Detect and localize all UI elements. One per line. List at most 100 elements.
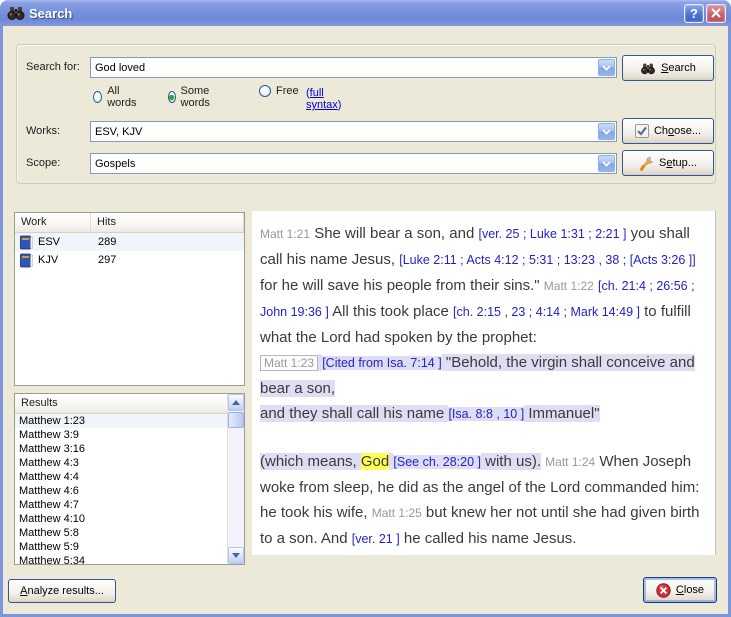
- verse-text: All this took place: [329, 303, 453, 320]
- help-button[interactable]: ?: [684, 4, 704, 23]
- scope-label: Scope:: [26, 157, 60, 169]
- scope-combobox-value: Gospels: [91, 154, 597, 173]
- close-icon: [711, 8, 721, 18]
- verse-text-panel: Matt 1:21 She will bear a son, and [ver.…: [252, 211, 716, 555]
- table-row[interactable]: ESV 289: [15, 233, 244, 251]
- arrow-up-icon: [232, 400, 240, 405]
- result-item[interactable]: Matthew 5:34: [15, 554, 227, 564]
- works-combobox[interactable]: ESV, KJV: [90, 121, 617, 142]
- search-dialog-window: Search ? Search for: God loved: [0, 0, 731, 617]
- results-scrollbar[interactable]: [227, 394, 244, 564]
- result-item[interactable]: Matthew 4:6: [15, 484, 227, 498]
- verse-marker: Matt 1:25: [372, 506, 422, 520]
- search-hit-term: God: [361, 453, 389, 470]
- cross-reference[interactable]: [Isa. 8:8 , 10 ]: [448, 407, 524, 421]
- verse-marker: Matt 1:24: [545, 455, 595, 469]
- verse-paragraph: Matt 1:23 [Cited from Isa. 7:14 ] "Behol…: [260, 350, 707, 427]
- table-row[interactable]: KJV297: [15, 251, 244, 269]
- verse-marker-boxed: Matt 1:23: [260, 355, 318, 371]
- result-item[interactable]: Matthew 4:7: [15, 498, 227, 512]
- question-icon: ?: [690, 6, 698, 21]
- works-hits-table-body: ESV 289 KJV297: [15, 233, 244, 269]
- verse-text: he called his name Jesus.: [400, 530, 577, 547]
- close-button-label: Close: [676, 584, 704, 596]
- search-for-label: Search for:: [26, 61, 80, 73]
- search-button-label: Search: [661, 62, 696, 74]
- verse-paragraph: Matt 1:21 She will bear a son, and [ver.…: [260, 221, 707, 350]
- cross-reference[interactable]: [ver. 25 ; Luke 1:31 ; 2:21 ]: [478, 227, 626, 241]
- setup-button-label: Setup...: [659, 157, 697, 169]
- result-item[interactable]: Matthew 4:4: [15, 470, 227, 484]
- arrow-down-icon: [232, 553, 240, 558]
- works-dropdown-button[interactable]: [598, 123, 615, 140]
- binoculars-icon: [640, 62, 656, 75]
- cross-reference[interactable]: [See ch. 28:20 ]: [393, 455, 481, 469]
- full-syntax-link[interactable]: (full syntax): [306, 87, 341, 111]
- search-input-value: God loved: [91, 58, 597, 77]
- analyze-results-button[interactable]: Analyze results...: [8, 579, 116, 603]
- verse-marker: Matt 1:21: [260, 227, 310, 241]
- radio-all-words-label: All words: [107, 85, 139, 109]
- result-item[interactable]: Matthew 4:3: [15, 456, 227, 470]
- book-icon: [19, 253, 34, 268]
- verse-text: for he will save his people from their s…: [260, 277, 544, 294]
- binoculars-icon: [7, 5, 25, 21]
- verse-text: She will bear a son, and: [310, 225, 478, 242]
- cross-reference[interactable]: [ver. 21 ]: [352, 532, 400, 546]
- verse-marker: Matt 1:22: [544, 279, 594, 293]
- window-title: Search: [29, 6, 682, 21]
- works-table-header: Work Hits: [15, 213, 244, 233]
- close-button[interactable]: Close: [643, 577, 717, 603]
- check-icon: [635, 124, 649, 138]
- result-item[interactable]: Matthew 5:8: [15, 526, 227, 540]
- choose-button[interactable]: Choose...: [622, 118, 714, 144]
- close-circle-icon: [656, 583, 671, 598]
- close-window-button[interactable]: [706, 4, 726, 23]
- search-input[interactable]: God loved: [90, 57, 617, 78]
- search-dropdown-button[interactable]: [598, 59, 615, 76]
- scroll-up-button[interactable]: [228, 394, 244, 411]
- result-item[interactable]: Matthew 3:9: [15, 428, 227, 442]
- cross-reference[interactable]: [Luke 2:11 ; Acts 4:12 ; 5:31 ; 13:23 , …: [399, 253, 695, 267]
- radio-circle: [93, 91, 102, 103]
- works-hits-table: Work Hits ESV 289 KJV297: [14, 212, 245, 386]
- scrollbar-track[interactable]: [228, 429, 244, 547]
- results-header-label[interactable]: Results: [15, 394, 227, 413]
- column-header-hits[interactable]: Hits: [91, 213, 244, 232]
- cross-reference[interactable]: [ch. 2:15 , 23 ; 4:14 ; Mark 14:49 ]: [453, 305, 640, 319]
- work-hits: 289: [91, 236, 116, 248]
- verse-paragraph: (which means, God [See ch. 28:20 ] with …: [260, 449, 707, 552]
- work-name: ESV: [38, 236, 60, 248]
- dialog-client-area: Search for: God loved Search: [3, 26, 728, 614]
- scrollbar-thumb[interactable]: [228, 412, 244, 428]
- verse-text-highlighted: Immanuel": [524, 405, 599, 422]
- results-list-body: Matthew 1:23Matthew 3:9Matthew 3:16Matth…: [15, 414, 227, 564]
- works-label: Works:: [26, 125, 60, 137]
- scope-combobox[interactable]: Gospels: [90, 153, 617, 174]
- cross-reference[interactable]: [Cited from Isa. 7:14 ]: [322, 356, 442, 370]
- column-header-work[interactable]: Work: [15, 213, 91, 232]
- scope-dropdown-button[interactable]: [598, 155, 615, 172]
- setup-button[interactable]: Setup...: [622, 150, 714, 176]
- chevron-down-icon: [602, 129, 611, 135]
- search-button[interactable]: Search: [622, 55, 714, 81]
- radio-free[interactable]: Free: [259, 85, 299, 97]
- radio-circle: [259, 85, 271, 97]
- results-header: Results: [15, 394, 227, 414]
- result-item[interactable]: Matthew 1:23: [15, 414, 227, 428]
- wrench-icon: [639, 156, 654, 171]
- scroll-down-button[interactable]: [228, 547, 244, 564]
- radio-some-words-label: Some words: [181, 85, 215, 109]
- chevron-down-icon: [602, 161, 611, 167]
- result-item[interactable]: Matthew 5:9: [15, 540, 227, 554]
- radio-all-words[interactable]: All words: [93, 85, 139, 109]
- book-icon: [19, 235, 34, 250]
- choose-button-label: Choose...: [654, 125, 701, 137]
- work-hits: 297: [91, 254, 116, 266]
- result-item[interactable]: Matthew 4:10: [15, 512, 227, 526]
- verse-text-highlighted: with us).: [481, 453, 541, 470]
- radio-some-words[interactable]: Some words: [168, 85, 214, 109]
- titlebar: Search ?: [0, 0, 731, 26]
- verse-text-highlighted: (which means,: [260, 453, 361, 470]
- result-item[interactable]: Matthew 3:16: [15, 442, 227, 456]
